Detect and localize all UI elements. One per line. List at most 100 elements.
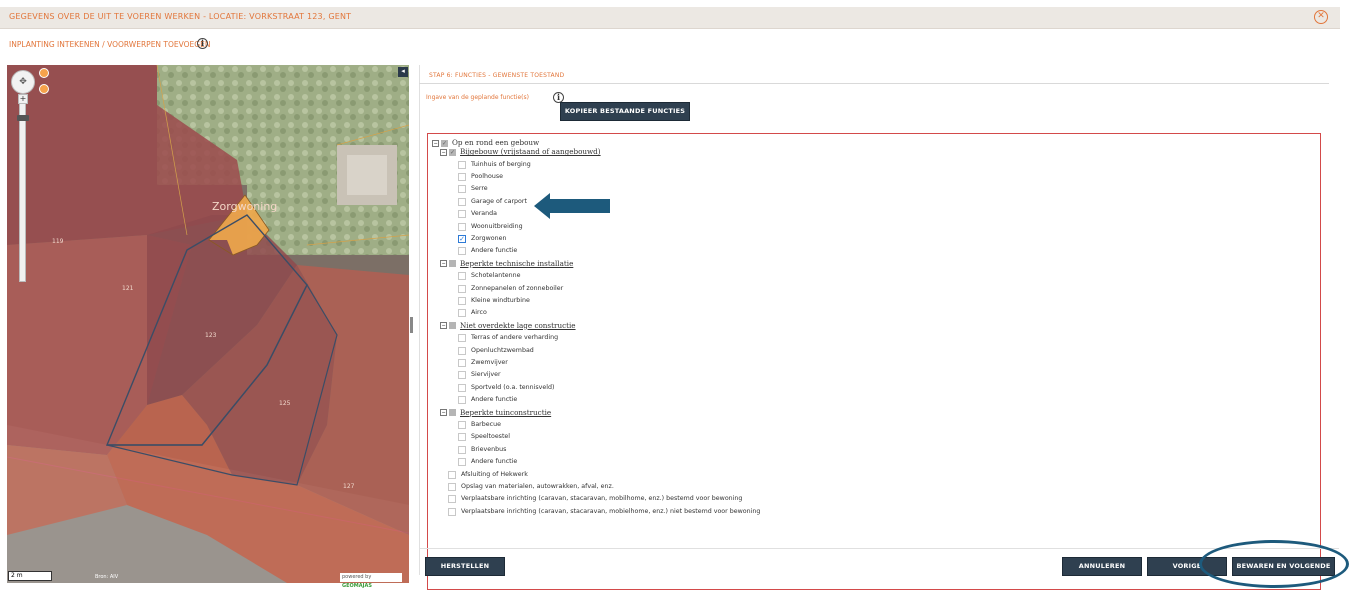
reset-button[interactable]: HERSTELLEN [425, 557, 505, 576]
tree-item-label[interactable]: Verplaatsbare inrichting (caravan, staca… [461, 508, 760, 515]
tree-item-label[interactable]: Speeltoestel [471, 433, 510, 440]
tree-item-label[interactable]: Serre [471, 185, 488, 192]
copy-existing-functions-button[interactable]: KOPIEER BESTAANDE FUNCTIES [560, 102, 690, 121]
tree-item-label[interactable]: Garage of carport [471, 198, 527, 205]
tree-item-label[interactable]: Poolhouse [471, 173, 503, 180]
tree-item-label[interactable]: Andere functie [471, 247, 517, 254]
group-checkbox[interactable]: ✓ [441, 139, 448, 147]
tree-item-label[interactable]: Beperkte technische installatie [460, 259, 573, 268]
tree-item-label[interactable]: Veranda [471, 210, 497, 217]
tree-item-label[interactable]: Brievenbus [471, 446, 506, 453]
tree-item: Openluchtzwembad [458, 346, 534, 356]
tree-item-label[interactable]: Airco [471, 309, 487, 316]
checkbox[interactable] [458, 272, 466, 281]
tree-item: Serre [458, 184, 488, 194]
tree-item-label[interactable]: Zorgwonen [471, 235, 507, 242]
tree-item-label[interactable]: Niet overdekte lage constructie [460, 321, 576, 330]
checkbox[interactable] [458, 445, 466, 454]
checkbox[interactable] [458, 458, 466, 467]
collapse-toggle-icon[interactable]: − [440, 409, 447, 417]
tree-item: Verplaatsbare inrichting (caravan, staca… [448, 507, 760, 517]
tree-item-label[interactable]: Barbecue [471, 421, 501, 428]
checkbox[interactable] [458, 297, 466, 305]
location-pin-icon[interactable] [39, 84, 49, 94]
pan-icon[interactable]: ✥ [11, 70, 35, 94]
search-icon[interactable] [39, 68, 49, 78]
tree-item: Andere functie [458, 457, 517, 467]
tree-item-label[interactable]: Opslag van materialen, autowrakken, afva… [461, 483, 614, 490]
checkbox[interactable] [458, 185, 466, 194]
tree-item-label[interactable]: Beperkte tuinconstructie [460, 408, 551, 417]
panel-splitter[interactable] [410, 317, 413, 333]
ingave-label: Ingave van de geplande functie(s) [426, 94, 529, 101]
tree-item-label[interactable]: Schotelantenne [471, 272, 520, 279]
zoom-in-icon[interactable]: + [18, 94, 28, 104]
map-view[interactable]: Zorgwoning 119 121 123 125 127 [7, 65, 409, 583]
group-checkbox[interactable]: ✓ [449, 148, 456, 156]
checkbox[interactable] [458, 334, 466, 343]
tree-item: Siervijver [458, 370, 501, 380]
tree-item-label[interactable]: Openluchtzwembad [471, 347, 534, 354]
checkbox[interactable]: ✓ [458, 235, 466, 243]
checkbox[interactable] [458, 197, 466, 206]
tree-item: ✓ Zorgwonen [458, 234, 507, 244]
tree-item-label[interactable]: Bijgebouw (vrijstaand of aangebouwd) [460, 147, 601, 156]
checkbox[interactable] [458, 359, 466, 367]
tree-group: − Beperkte tuinconstructie [440, 408, 551, 418]
collapse-map-icon[interactable]: ◂ [398, 67, 408, 77]
house-number-label: 127 [343, 483, 355, 490]
annotation-arrow-icon [534, 193, 610, 219]
tree-item-label[interactable]: Terras of andere verharding [471, 334, 558, 341]
checkbox[interactable] [458, 396, 466, 405]
checkbox[interactable] [458, 346, 466, 355]
group-checkbox[interactable] [449, 409, 456, 417]
scale-bar: 2 m [8, 571, 52, 581]
checkbox[interactable] [458, 222, 466, 231]
checkbox[interactable] [448, 483, 456, 491]
tree-item: Veranda [458, 209, 497, 219]
checkbox[interactable] [458, 383, 466, 392]
tree-item-label[interactable]: Andere functie [471, 458, 517, 465]
tree-item-label[interactable]: Woonuitbreiding [471, 223, 523, 230]
tree-item: Airco [458, 308, 487, 318]
checkbox[interactable] [458, 433, 466, 442]
zoom-slider-handle[interactable] [17, 115, 29, 121]
checkbox[interactable] [458, 247, 466, 256]
tree-item-label[interactable]: Andere functie [471, 396, 517, 403]
collapse-toggle-icon[interactable]: − [440, 260, 447, 268]
map-label-zorgwoning: Zorgwoning [212, 200, 277, 213]
checkbox[interactable] [448, 507, 456, 516]
tree-item-label[interactable]: Op en rond een gebouw [452, 138, 539, 147]
window-title: GEGEVENS OVER DE UIT TE VOEREN WERKEN - … [9, 12, 352, 21]
collapse-toggle-icon[interactable]: − [440, 148, 447, 156]
info-icon[interactable]: i [197, 38, 208, 49]
tree-item-label[interactable]: Zwemvijver [471, 359, 508, 366]
tree-item-label[interactable]: Zonnepanelen of zonneboiler [471, 285, 563, 292]
tree-item-label[interactable]: Sportveld (o.a. tennisveld) [471, 384, 554, 391]
checkbox[interactable] [448, 495, 456, 504]
tree-item-label[interactable]: Tuinhuis of berging [471, 161, 531, 168]
powered-by-text: powered by [342, 574, 372, 580]
checkbox[interactable] [448, 470, 456, 479]
close-icon[interactable]: ✕ [1314, 10, 1328, 24]
collapse-toggle-icon[interactable]: − [440, 322, 447, 330]
house-number-label: 121 [122, 285, 134, 292]
checkbox[interactable] [458, 309, 466, 318]
zoom-slider[interactable]: + [17, 94, 29, 282]
collapse-toggle-icon[interactable]: − [432, 139, 439, 147]
tree-item-label[interactable]: Siervijver [471, 371, 501, 378]
cancel-button[interactable]: ANNULEREN [1062, 557, 1142, 576]
checkbox[interactable] [458, 173, 466, 181]
checkbox[interactable] [458, 284, 466, 293]
group-checkbox[interactable] [449, 260, 456, 268]
tree-item-label[interactable]: Afsluiting of Hekwerk [461, 471, 528, 478]
checkbox[interactable] [458, 371, 466, 380]
tree-item-label[interactable]: Kleine windturbine [471, 297, 530, 304]
checkbox[interactable] [458, 421, 466, 429]
step-divider [419, 83, 1329, 84]
tree-item-label[interactable]: Verplaatsbare inrichting (caravan, staca… [461, 495, 742, 502]
group-checkbox[interactable] [449, 322, 456, 330]
tree-item: Speeltoestel [458, 432, 510, 442]
checkbox[interactable] [458, 160, 466, 169]
checkbox[interactable] [458, 210, 466, 219]
